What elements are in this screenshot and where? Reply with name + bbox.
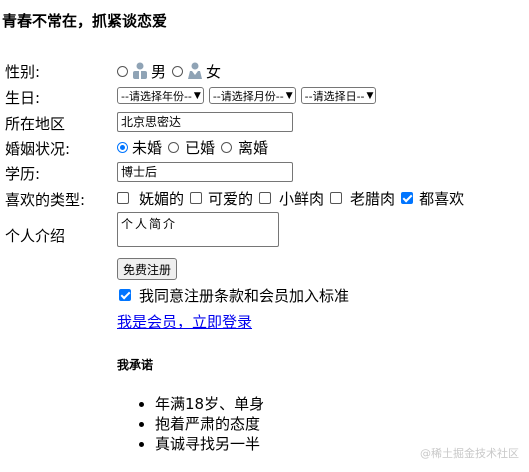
education-label: 学历:: [5, 165, 41, 183]
marital-married-label: 已婚: [185, 138, 216, 157]
type-mature-checkbox[interactable]: [330, 192, 343, 204]
page-title: 青春不常在，抓紧谈恋爱: [2, 12, 168, 30]
type-charming-label: 妩媚的: [139, 189, 185, 208]
education-input[interactable]: 博士后: [117, 162, 293, 182]
login-link[interactable]: 我是会员，立即登录: [117, 311, 252, 332]
female-user-icon: [188, 62, 203, 79]
marital-divorced-label: 离婚: [238, 138, 269, 157]
intro-label: 个人介绍: [5, 227, 66, 245]
marital-single-label: 未婚: [132, 138, 163, 157]
type-all-checkbox[interactable]: [401, 192, 414, 204]
day-select-value: --请选择日--: [304, 89, 365, 103]
type-charming-checkbox[interactable]: [117, 192, 129, 204]
type-cute-checkbox[interactable]: [190, 192, 203, 204]
agree-checkbox[interactable]: [119, 289, 131, 301]
gender-female-radio[interactable]: [172, 65, 184, 77]
day-select[interactable]: --请选择日-- ▼: [300, 87, 377, 104]
gender-male-radio[interactable]: [117, 65, 128, 77]
month-select-value: --请选择月份--: [212, 89, 284, 103]
marital-divorced-radio[interactable]: [221, 141, 233, 153]
list-item: 年满18岁、单身: [155, 394, 264, 414]
watermark: @稀土掘金技术社区: [420, 447, 519, 460]
gender-female-label: 女: [206, 62, 222, 81]
register-button[interactable]: 免费注册: [117, 258, 178, 280]
month-select[interactable]: --请选择月份-- ▼: [208, 87, 296, 104]
agree-row: 我同意注册条款和会员加入标准: [117, 286, 350, 305]
marital-group: 未婚 已婚 离婚: [117, 137, 268, 157]
year-select-value: --请选择年份--: [121, 89, 192, 103]
gender-male-label: 男: [151, 62, 167, 81]
gender-label: 性别:: [5, 63, 41, 81]
location-input[interactable]: 北京思密达: [117, 112, 293, 132]
list-item: 抱着严肃的态度: [155, 414, 264, 434]
types-label: 喜欢的类型:: [5, 191, 86, 209]
birthday-label: 生日:: [5, 89, 41, 107]
chevron-down-icon: ▼: [366, 90, 374, 101]
pledge-list: 年满18岁、单身 抱着严肃的态度 真诚寻找另一半: [117, 394, 264, 454]
chevron-down-icon: ▼: [193, 90, 201, 101]
type-young-checkbox[interactable]: [259, 192, 272, 204]
marital-label: 婚姻状况:: [5, 140, 71, 158]
marital-married-radio[interactable]: [168, 141, 180, 153]
type-young-label: 小鲜肉: [279, 189, 325, 208]
intro-textarea[interactable]: 个人简介: [117, 212, 279, 247]
type-mature-label: 老腊肉: [350, 189, 396, 208]
agree-label: 我同意注册条款和会员加入标准: [139, 286, 350, 305]
chevron-down-icon: ▼: [285, 90, 293, 101]
location-label: 所在地区: [5, 115, 66, 133]
birthday-selects: --请选择年份-- ▼ --请选择月份-- ▼ --请选择日-- ▼: [117, 87, 381, 104]
type-cute-label: 可爱的: [208, 189, 254, 208]
pledge-title: 我承诺: [117, 358, 154, 372]
types-group: 妩媚的 可爱的 小鲜肉 老腊肉 都喜欢: [117, 188, 464, 208]
year-select[interactable]: --请选择年份-- ▼: [117, 87, 204, 104]
gender-group: 男 女: [117, 60, 221, 82]
male-user-icon: [133, 62, 147, 79]
marital-single-radio[interactable]: [117, 141, 128, 153]
list-item: 真诚寻找另一半: [155, 434, 264, 454]
type-all-label: 都喜欢: [419, 189, 465, 208]
